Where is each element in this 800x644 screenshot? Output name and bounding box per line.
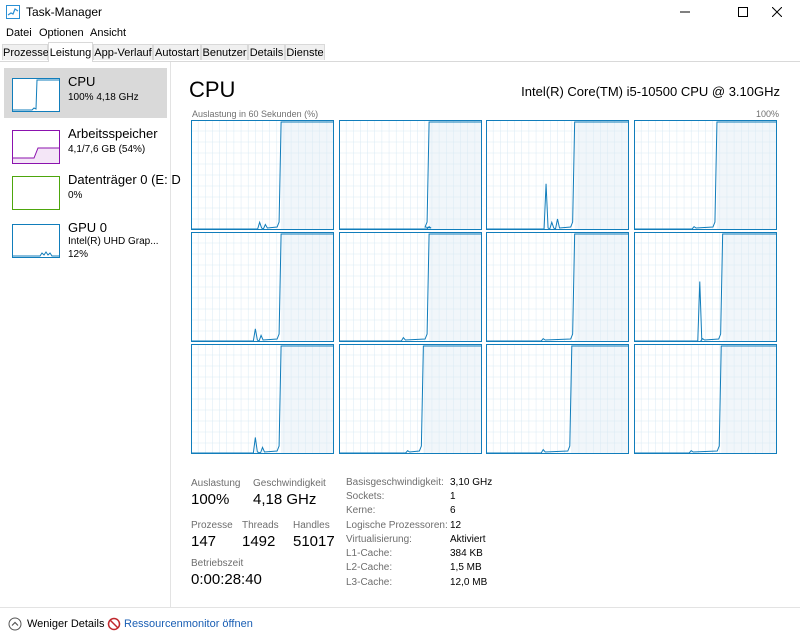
window-title: Task-Manager	[26, 5, 103, 19]
memory-thumbnail-graph	[12, 130, 60, 164]
sidebar-item-gpu[interactable]: GPU 0 Intel(R) UHD Grap... 12%	[4, 214, 167, 264]
close-button[interactable]	[754, 0, 800, 24]
title-bar: Task-Manager	[0, 0, 800, 24]
auslastung-value: 100%	[191, 491, 230, 508]
fewer-details-button[interactable]: Weniger Details	[27, 618, 104, 630]
info-key: L3-Cache:	[346, 577, 393, 588]
tab-dienste[interactable]: Dienste	[285, 44, 325, 60]
resource-monitor-link[interactable]: Ressourcenmonitor öffnen	[124, 618, 253, 630]
sidebar-item-usage: 12%	[68, 249, 89, 260]
geschwindigkeit-label: Geschwindigkeit	[253, 478, 326, 489]
threads-label: Threads	[242, 520, 279, 531]
tab-autostart[interactable]: Autostart	[153, 44, 201, 60]
tab-app-verlauf[interactable]: App-Verlauf	[93, 44, 153, 60]
auslastung-label: Auslastung	[191, 478, 241, 489]
task-manager-icon	[6, 5, 20, 19]
sidebar-item-detail: 4,1/7,6 GB (54%)	[68, 144, 146, 155]
sidebar-item-label: Arbeitsspeicher	[68, 126, 158, 141]
resource-monitor-icon	[107, 617, 121, 631]
info-key: L2-Cache:	[346, 562, 393, 573]
disk-thumbnail-graph	[12, 176, 60, 210]
sidebar-item-label: GPU 0	[68, 220, 108, 235]
maximize-icon	[738, 7, 748, 17]
gpu-thumbnail-graph	[12, 224, 60, 258]
sidebar-item-cpu[interactable]: CPU 100% 4,18 GHz	[4, 68, 167, 118]
logical-processor-graphs	[191, 120, 781, 454]
logical-processor-graph	[486, 120, 629, 230]
max-percent-label: 100%	[755, 109, 779, 119]
cpu-model-name: Intel(R) Core(TM) i5-10500 CPU @ 3.10GHz	[521, 84, 780, 99]
page-title: CPU	[189, 77, 236, 102]
handles-label: Handles	[293, 520, 330, 531]
cpu-performance-panel: CPU Intel(R) Core(TM) i5-10500 CPU @ 3.1…	[171, 62, 800, 607]
sidebar-item-label: Datenträger 0 (E: D	[68, 172, 181, 187]
minimize-button[interactable]	[662, 0, 708, 24]
geschwindigkeit-value: 4,18 GHz	[253, 491, 317, 508]
info-value: 3,10 GHz	[450, 477, 493, 488]
info-value: Aktiviert	[450, 534, 486, 545]
info-key: Kerne:	[346, 505, 376, 516]
tab-strip: Prozesse Leistung App-Verlauf Autostart …	[0, 42, 800, 62]
logical-processor-graph	[338, 232, 482, 342]
betriebszeit-label: Betriebszeit	[191, 558, 244, 569]
logical-processor-graph	[633, 120, 777, 230]
info-value: 1	[450, 491, 456, 502]
cpu-statistics: Auslastung 100% Geschwindigkeit 4,18 GHz…	[171, 470, 800, 600]
footer-bar: Weniger Details Ressourcenmonitor öffnen	[0, 607, 800, 644]
sidebar-item-detail: 0%	[68, 190, 83, 201]
logical-processor-graph	[486, 344, 629, 454]
chevron-up-icon[interactable]	[8, 617, 22, 631]
info-key: Sockets:	[346, 491, 385, 502]
menu-ansicht[interactable]: Ansicht	[90, 27, 126, 39]
sidebar-item-disk[interactable]: Datenträger 0 (E: D 0%	[4, 166, 181, 216]
info-value: 12,0 MB	[450, 577, 488, 588]
info-key: L1-Cache:	[346, 548, 393, 559]
logical-processor-graph	[633, 344, 777, 454]
tab-details[interactable]: Details	[248, 44, 285, 60]
sidebar: CPU 100% 4,18 GHz Arbeitsspeicher 4,1/7,…	[0, 62, 181, 607]
logical-processor-graph	[486, 232, 629, 342]
info-key: Logische Prozessoren:	[346, 520, 448, 531]
info-value: 6	[450, 505, 456, 516]
sidebar-item-memory[interactable]: Arbeitsspeicher 4,1/7,6 GB (54%)	[4, 120, 167, 170]
tab-prozesse[interactable]: Prozesse	[2, 44, 49, 60]
info-value: 1,5 MB	[450, 562, 482, 573]
sidebar-item-detail: Intel(R) UHD Grap...	[68, 236, 159, 247]
threads-value: 1492	[242, 533, 276, 550]
logical-processor-graph	[338, 120, 482, 230]
minimize-icon	[680, 11, 690, 13]
menu-optionen[interactable]: Optionen	[39, 27, 84, 39]
sidebar-item-detail: 100% 4,18 GHz	[68, 92, 139, 103]
info-value: 12	[450, 520, 462, 531]
betriebszeit-value: 0:00:28:40	[191, 571, 262, 588]
cpu-thumbnail-graph	[12, 78, 60, 112]
close-icon	[772, 7, 782, 17]
sidebar-item-label: CPU	[68, 74, 96, 89]
logical-processor-graph	[191, 344, 334, 454]
logical-processor-graph	[338, 344, 482, 454]
menu-datei[interactable]: Datei	[6, 27, 32, 39]
logical-processor-graph	[191, 120, 334, 230]
prozesse-value: 147	[191, 533, 217, 550]
menu-bar: Datei Optionen Ansicht	[0, 24, 800, 42]
info-key: Basisgeschwindigkeit:	[346, 477, 444, 488]
handles-value: 51017	[293, 533, 335, 550]
logical-processor-graph	[633, 232, 777, 342]
info-value: 384 KB	[450, 548, 483, 559]
logical-processor-graph	[191, 232, 334, 342]
info-key: Virtualisierung:	[346, 534, 412, 545]
utilization-caption: Auslastung in 60 Sekunden (%)	[192, 109, 319, 119]
tab-benutzer[interactable]: Benutzer	[201, 44, 248, 60]
tab-leistung[interactable]: Leistung	[48, 42, 93, 62]
prozesse-label: Prozesse	[191, 520, 233, 531]
